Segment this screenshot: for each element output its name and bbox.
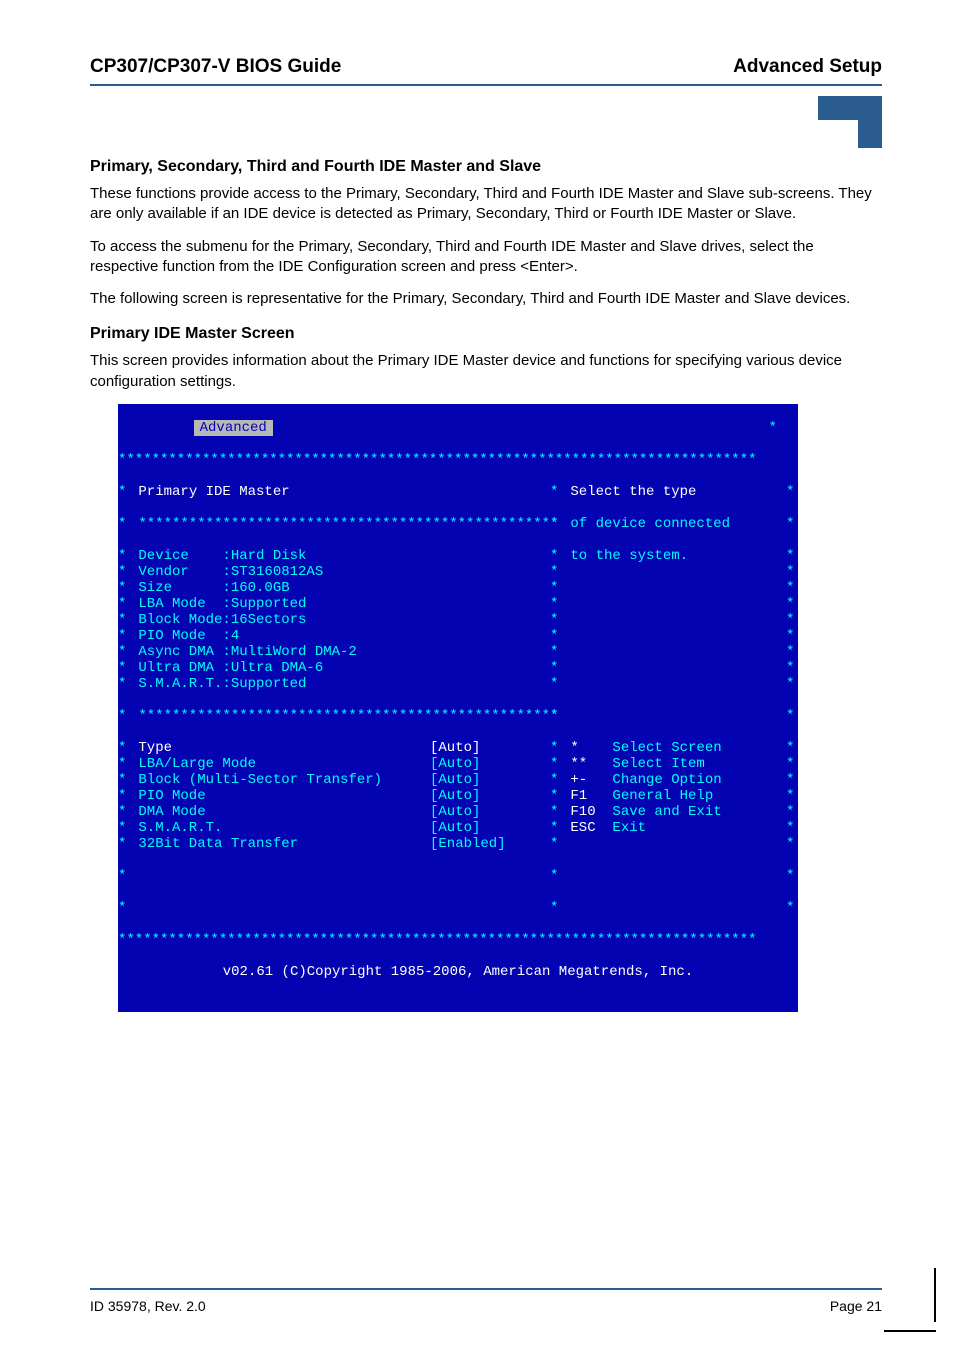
header-rule xyxy=(90,84,882,86)
section1-p2: To access the submenu for the Primary, S… xyxy=(90,237,882,278)
bios-menu-bar: Advanced * xyxy=(118,420,798,436)
bios-option-row[interactable]: * Type [Auto]* * Select Screen* xyxy=(118,740,798,756)
bios-info-row: * S.M.A.R.T.:Supported** xyxy=(118,676,798,692)
footer-id: ID 35978, Rev. 2.0 xyxy=(90,1298,206,1314)
page-header: CP307/CP307-V BIOS Guide Advanced Setup xyxy=(90,56,882,78)
section-title-2: Primary IDE Master Screen xyxy=(90,325,882,343)
page-footer: ID 35978, Rev. 2.0 Page 21 xyxy=(90,1298,882,1314)
header-right: Advanced Setup xyxy=(733,56,882,78)
footer-rule xyxy=(90,1288,882,1290)
bios-option-row[interactable]: * DMA Mode [Auto]* F10 Save and Exit* xyxy=(118,804,798,820)
section1-p1: These functions provide access to the Pr… xyxy=(90,184,882,225)
bios-screen-title: Primary IDE Master xyxy=(138,484,289,500)
bios-border-top: ****************************************… xyxy=(118,452,798,468)
footer-page: Page 21 xyxy=(830,1298,882,1314)
bios-info-row: * Vendor :ST3160812AS** xyxy=(118,564,798,580)
bios-option-row[interactable]: * LBA/Large Mode [Auto]* ** Select Item* xyxy=(118,756,798,772)
bios-info-row: * Async DMA :MultiWord DMA-2** xyxy=(118,644,798,660)
bios-info-row: * Block Mode:16Sectors** xyxy=(118,612,798,628)
bios-info-row: * Ultra DMA :Ultra DMA-6** xyxy=(118,660,798,676)
bios-border-bottom: ****************************************… xyxy=(118,932,798,948)
bios-info-row: * LBA Mode :Supported** xyxy=(118,596,798,612)
bios-screenshot: Advanced * *****************************… xyxy=(118,404,798,1012)
corner-logo xyxy=(818,96,882,148)
section2-p1: This screen provides information about t… xyxy=(90,351,882,392)
section1-p3: The following screen is representative f… xyxy=(90,289,882,309)
bios-option-row[interactable]: * 32Bit Data Transfer [Enabled]** xyxy=(118,836,798,852)
bios-info-row: * Device :Hard Disk* to the system.* xyxy=(118,548,798,564)
bios-info-row: * Size :160.0GB** xyxy=(118,580,798,596)
bios-info-row: * PIO Mode :4** xyxy=(118,628,798,644)
bios-option-row[interactable]: * PIO Mode [Auto]* F1 General Help* xyxy=(118,788,798,804)
bios-option-row[interactable]: * Block (Multi-Sector Transfer) [Auto]* … xyxy=(118,772,798,788)
bios-help-2: of device connected xyxy=(570,516,730,532)
bios-copyright: v02.61 (C)Copyright 1985-2006, American … xyxy=(118,964,798,980)
bios-tab-advanced[interactable]: Advanced xyxy=(194,420,273,436)
bios-option-row[interactable]: * S.M.A.R.T. [Auto]* ESC Exit* xyxy=(118,820,798,836)
crop-mark xyxy=(876,1268,954,1350)
bios-help-1: Select the type xyxy=(570,484,696,500)
header-left: CP307/CP307-V BIOS Guide xyxy=(90,56,341,78)
section-title-1: Primary, Secondary, Third and Fourth IDE… xyxy=(90,158,882,176)
